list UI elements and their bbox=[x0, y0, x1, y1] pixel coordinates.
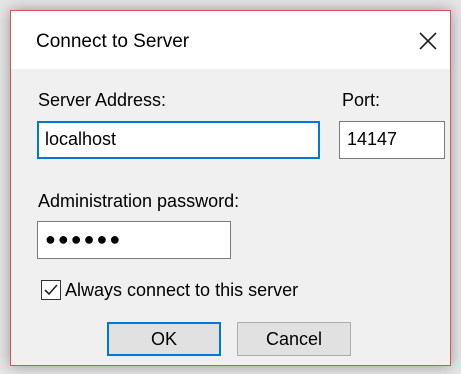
close-icon bbox=[419, 32, 437, 50]
server-address-input[interactable]: localhost bbox=[37, 121, 320, 159]
password-mask: ●●●●●● bbox=[45, 229, 123, 249]
connect-dialog: Connect to Server Server Address: localh… bbox=[10, 10, 451, 366]
port-label: Port: bbox=[342, 90, 381, 110]
checkmark-icon bbox=[44, 284, 58, 296]
window-title: Connect to Server bbox=[36, 31, 190, 52]
server-address-label: Server Address: bbox=[38, 90, 167, 110]
port-input[interactable]: 14147 bbox=[339, 121, 445, 159]
always-connect-checkbox[interactable] bbox=[41, 280, 61, 300]
cancel-button[interactable]: Cancel bbox=[237, 322, 351, 356]
title-bar: Connect to Server bbox=[11, 11, 450, 69]
admin-password-label: Administration password: bbox=[38, 191, 240, 211]
ok-button[interactable]: OK bbox=[107, 322, 221, 356]
always-connect-label: Always connect to this server bbox=[65, 279, 299, 300]
always-connect-option[interactable]: Always connect to this server bbox=[41, 278, 298, 302]
close-button[interactable] bbox=[410, 23, 446, 59]
admin-password-input[interactable]: ●●●●●● bbox=[37, 221, 231, 259]
